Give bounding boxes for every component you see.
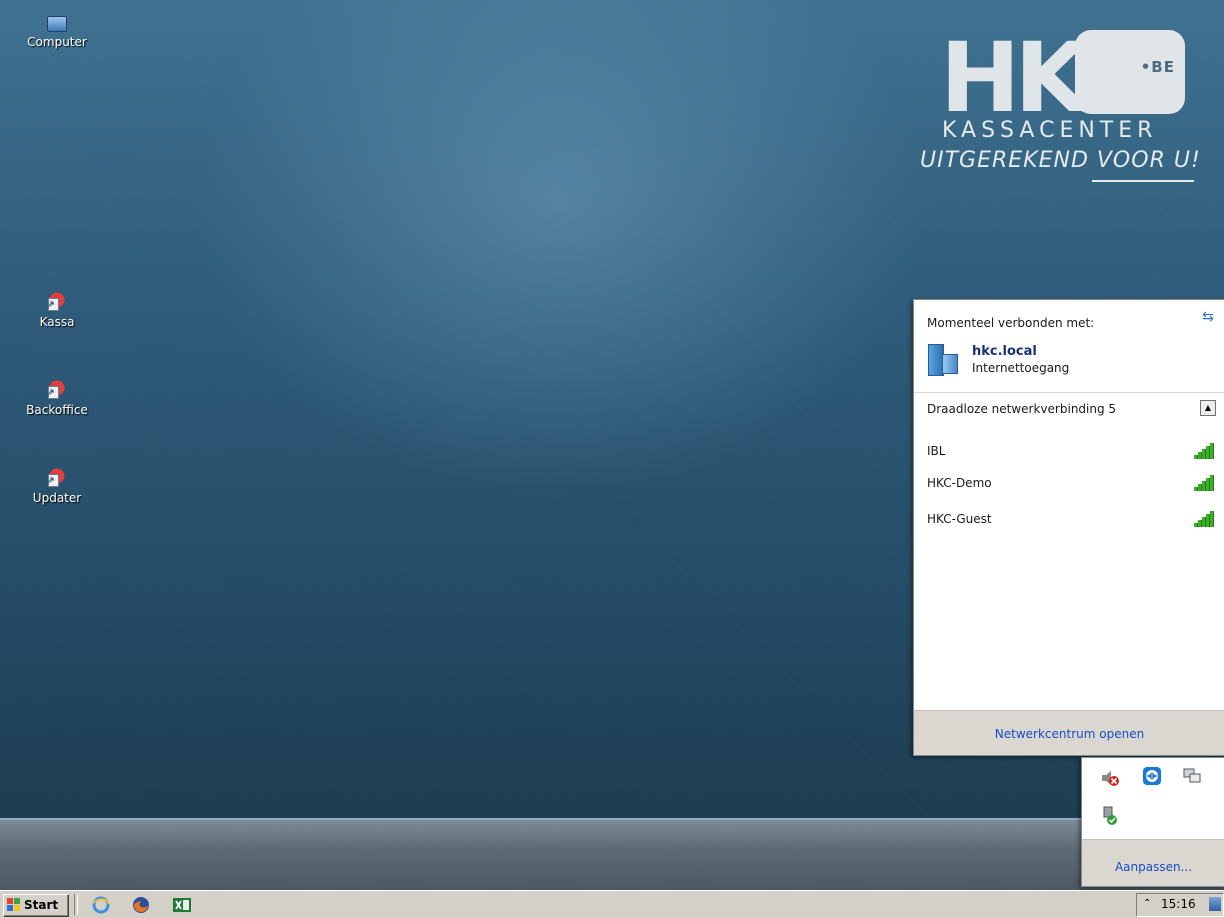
teamviewer-icon[interactable] [1142,766,1162,786]
start-label: Start [24,898,59,912]
divider [914,392,1224,393]
tray-overflow-flyout: Aanpassen... [1081,757,1224,887]
desktop-icon-kassa[interactable]: Kassa [12,290,102,329]
volume-muted-icon[interactable] [1100,768,1120,788]
flyout-header: Momenteel verbonden met: [927,316,1095,330]
computer-icon [47,16,67,32]
taskbar-separator [74,894,78,915]
network-flyout: Momenteel verbonden met: ⇆ hkc.local Int… [913,299,1224,756]
logo-underline [1092,180,1194,182]
collapse-section-button[interactable]: ▲ [1200,400,1216,416]
usb-safe-remove-icon[interactable] [1100,806,1120,826]
desktop-icon-computer[interactable]: Computer [12,12,102,49]
connected-network-status: Internettoegang [972,361,1070,375]
app-shortcut-icon [46,290,68,312]
internet-explorer-icon[interactable] [92,896,110,914]
customize-link[interactable]: Aanpassen... [1115,860,1192,874]
logo-domain: •BE [1140,58,1175,76]
taskbar: Start ⌃ 15:16 [0,890,1224,918]
logo-mark: HK [940,22,1089,134]
tray-flyout-footer: Aanpassen... [1082,839,1224,886]
wireless-section-title: Draadloze netwerkverbinding 5 [927,402,1117,416]
clock[interactable]: 15:16 [1161,897,1196,911]
desktop-icon-label: Kassa [39,315,75,329]
logo-slogan: UITGEREKEND VOOR U! [920,148,1201,173]
desktop-icon-label: Updater [32,491,82,505]
wifi-network-name: HKC-Demo [927,476,992,490]
app-shortcut-icon [46,466,68,488]
refresh-icon[interactable]: ⇆ [1199,308,1217,326]
flyout-footer: Netwerkcentrum openen [914,710,1224,755]
wifi-network-item[interactable]: IBL [914,436,1224,466]
notification-area: ⌃ 15:16 [1136,893,1224,917]
logo-brand: KASSACENTER [942,118,1158,143]
connected-network-name[interactable]: hkc.local [972,344,1037,359]
wifi-network-name: IBL [927,444,946,458]
wallpaper-bottom-band [0,818,1224,892]
network-icon[interactable] [1182,766,1202,786]
show-hidden-icons-button[interactable]: ⌃ [1143,898,1151,909]
signal-strength-icon [1194,510,1216,527]
windows-flag-icon [7,898,22,913]
app-shortcut-icon [46,378,68,400]
desktop-icon-updater[interactable]: Updater [12,466,102,505]
signal-strength-icon [1194,474,1216,491]
logo-badge: •BE [1075,30,1185,114]
wifi-network-item[interactable]: HKC-Guest [914,504,1224,534]
firefox-icon[interactable] [132,896,150,914]
wifi-network-item[interactable]: HKC-Demo [914,468,1224,498]
open-network-center-link[interactable]: Netwerkcentrum openen [995,727,1144,741]
wallpaper-logo: HK •BE KASSACENTER UITGEREKEND VOOR U! [920,30,1210,190]
wifi-network-name: HKC-Guest [927,512,992,526]
network-tray-icon[interactable] [1209,897,1221,911]
start-button[interactable]: Start [3,894,69,917]
excel-icon[interactable] [173,896,191,914]
network-domain-icon [928,344,958,376]
desktop-icon-label: Backoffice [26,403,88,417]
desktop-icon-backoffice[interactable]: Backoffice [12,378,102,417]
signal-strength-icon [1194,442,1216,459]
desktop-icon-label: Computer [27,35,87,49]
